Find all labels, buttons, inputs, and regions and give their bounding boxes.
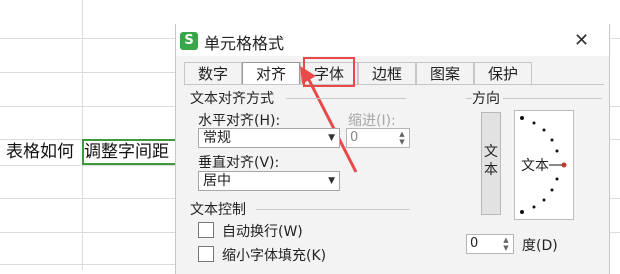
dialog-title-bar[interactable]: S 单元格格式 ✕ xyxy=(176,24,609,56)
row-gridline xyxy=(0,232,180,233)
row-gridline xyxy=(0,264,180,265)
horizontal-alignment-value: 常规 xyxy=(203,130,231,146)
dial-text-label: 文本 xyxy=(521,158,549,174)
degrees-label: 度(D) xyxy=(522,238,558,254)
column-gridline xyxy=(82,0,83,270)
text-alignment-group-label: 文本对齐方式 xyxy=(190,88,277,108)
tab-bar: 数字 对齐 字体 边框 图案 保护 xyxy=(184,62,604,84)
orientation-group-label: 方向 xyxy=(472,88,503,108)
horizontal-alignment-label: 水平对齐(H): xyxy=(198,113,281,129)
shrink-to-fit-label[interactable]: 缩小字体填充(K) xyxy=(222,245,326,265)
tab-protection[interactable]: 保护 xyxy=(474,62,532,84)
row-gridline xyxy=(0,198,180,199)
vertical-alignment-select[interactable]: 居中 ▼ xyxy=(198,171,340,191)
spreadsheet-grid: 表格如何 调整字间距 xyxy=(0,0,180,270)
horizontal-alignment-select[interactable]: 常规 ▼ xyxy=(198,128,340,148)
group-divider xyxy=(286,98,406,99)
vertical-text-label: 文本 xyxy=(484,144,498,178)
dialog-title: 单元格格式 xyxy=(204,34,285,53)
indent-value: 0 xyxy=(350,130,359,145)
row-gridline xyxy=(0,38,180,39)
group-divider xyxy=(256,209,410,210)
close-icon[interactable]: ✕ xyxy=(574,30,589,51)
dropdown-arrow-icon: ▼ xyxy=(328,176,335,186)
tab-patterns[interactable]: 图案 xyxy=(416,62,474,84)
shrink-to-fit-checkbox[interactable] xyxy=(198,246,214,262)
format-cells-dialog: S 单元格格式 ✕ 数字 对齐 字体 边框 图案 保护 文本对齐方式 水平对齐(… xyxy=(175,24,610,274)
tab-divider xyxy=(184,84,604,85)
dropdown-arrow-icon: ▼ xyxy=(328,133,335,143)
row-gridline xyxy=(0,72,180,73)
degrees-spinner[interactable]: 0 ▲ ▼ xyxy=(466,234,514,254)
indent-label: 缩进(I): xyxy=(348,113,396,129)
selected-cell-text: 调整字间距 xyxy=(84,142,169,162)
row-gridline xyxy=(0,165,180,166)
spinner-arrows-icon[interactable]: ▲ ▼ xyxy=(500,236,512,252)
vertical-text-button[interactable]: 文本 xyxy=(481,112,501,215)
wrap-text-checkbox[interactable] xyxy=(198,222,214,238)
row-gridline xyxy=(0,106,180,107)
text-control-group-label: 文本控制 xyxy=(190,199,249,219)
degrees-value: 0 xyxy=(470,236,479,251)
spinner-arrows-icon[interactable]: ▲ ▼ xyxy=(396,130,408,146)
cell-text[interactable]: 表格如何 xyxy=(6,141,74,163)
tab-border[interactable]: 边框 xyxy=(358,62,416,84)
app-logo-icon: S xyxy=(180,32,198,50)
indent-spinner[interactable]: 0 ▲ ▼ xyxy=(346,128,410,148)
orientation-dial[interactable]: 文本 xyxy=(514,110,574,220)
vertical-alignment-value: 居中 xyxy=(203,173,231,189)
selected-cell[interactable]: 调整字间距 xyxy=(82,139,180,165)
tab-number[interactable]: 数字 xyxy=(184,62,242,84)
vertical-alignment-label: 垂直对齐(V): xyxy=(198,155,280,171)
wrap-text-label[interactable]: 自动换行(W) xyxy=(222,221,303,241)
